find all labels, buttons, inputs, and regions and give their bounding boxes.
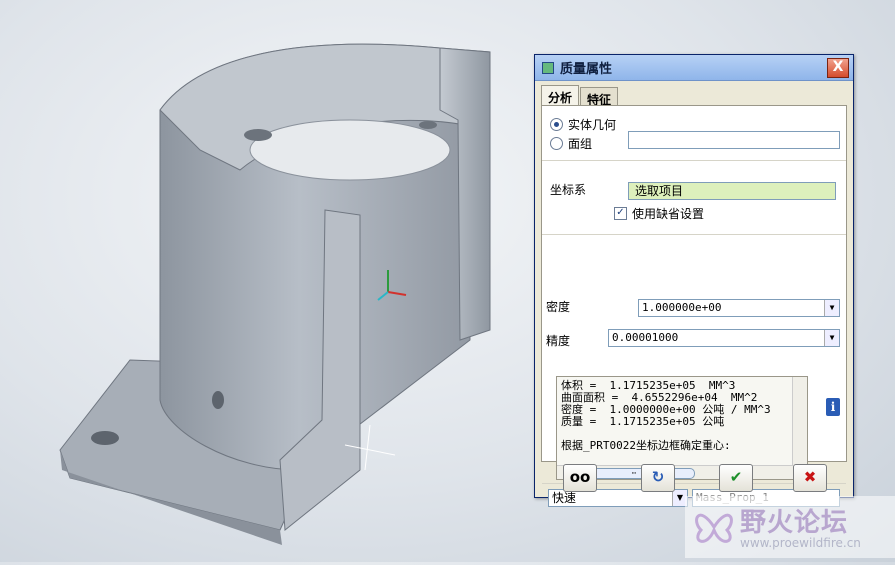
result-line: 质量 = 1.1715235e+05 公吨 (561, 415, 725, 428)
app-icon (542, 61, 554, 74)
divider (542, 234, 846, 235)
chevron-down-icon[interactable]: ▼ (824, 330, 839, 346)
butterfly-logo-icon (695, 513, 733, 543)
density-label: 密度 (546, 300, 571, 314)
vertical-scrollbar[interactable] (792, 377, 807, 465)
cancel-button[interactable]: ✖ (793, 464, 827, 492)
use-default-checkbox[interactable]: ✓ 使用缺省设置 (614, 205, 704, 222)
csys-select-field[interactable]: 选取项目 (628, 182, 836, 200)
watermark-title: 野火论坛 (740, 508, 849, 538)
radio-label-solid: 实体几何 (568, 118, 617, 132)
density-value: 1.000000e+00 (642, 301, 722, 314)
density-input[interactable]: 1.000000e+00 ▼ (638, 299, 840, 317)
radio-selected-icon[interactable] (550, 118, 563, 131)
preview-button[interactable]: oo (563, 464, 597, 492)
use-default-label: 使用缺省设置 (632, 207, 705, 221)
radio-solid-geometry[interactable]: 实体几何 (550, 116, 616, 133)
part-model (59, 43, 491, 545)
ok-button[interactable]: ✔ (719, 464, 753, 492)
checkbox-checked-icon[interactable]: ✓ (614, 207, 627, 220)
title-bar[interactable]: 质量属性 X (535, 55, 853, 81)
accuracy-label: 精度 (546, 334, 571, 348)
accuracy-value: 0.00001000 (612, 331, 679, 344)
forum-watermark: 野火论坛 www.proewildfire.cn (685, 496, 895, 558)
radio-label-quilt: 面组 (568, 137, 593, 151)
dialog-title: 质量属性 (560, 62, 613, 77)
button-bar: oo ↻ ✔ ✖ (535, 464, 853, 496)
watermark-url: www.proewildfire.cn (740, 536, 861, 550)
info-icon[interactable]: i (826, 398, 840, 416)
mass-properties-dialog: 质量属性 X 分析 特征 实体几何 面组 坐标系 选取项目 ✓ 使用缺省设置 密… (534, 54, 854, 507)
result-line: 根据_PRT0022坐标边框确定重心: (561, 439, 731, 452)
model-viewport[interactable] (0, 0, 535, 562)
results-text: 体积 = 1.1715235e+05 MM^3 曲面面积 = 4.6552296e… (557, 377, 807, 455)
divider (542, 160, 846, 161)
close-button[interactable]: X (827, 57, 849, 78)
csys-label: 坐标系 (550, 183, 587, 197)
analysis-panel: 实体几何 面组 坐标系 选取项目 ✓ 使用缺省设置 密度 1.000000e+0… (541, 105, 847, 507)
radio-quilt[interactable]: 面组 (550, 135, 592, 152)
quilt-select-field[interactable] (628, 131, 840, 149)
radio-unselected-icon[interactable] (550, 137, 563, 150)
chevron-down-icon[interactable]: ▼ (824, 300, 839, 316)
accuracy-input[interactable]: 0.00001000 ▼ (608, 329, 840, 347)
repeat-button[interactable]: ↻ (641, 464, 675, 492)
